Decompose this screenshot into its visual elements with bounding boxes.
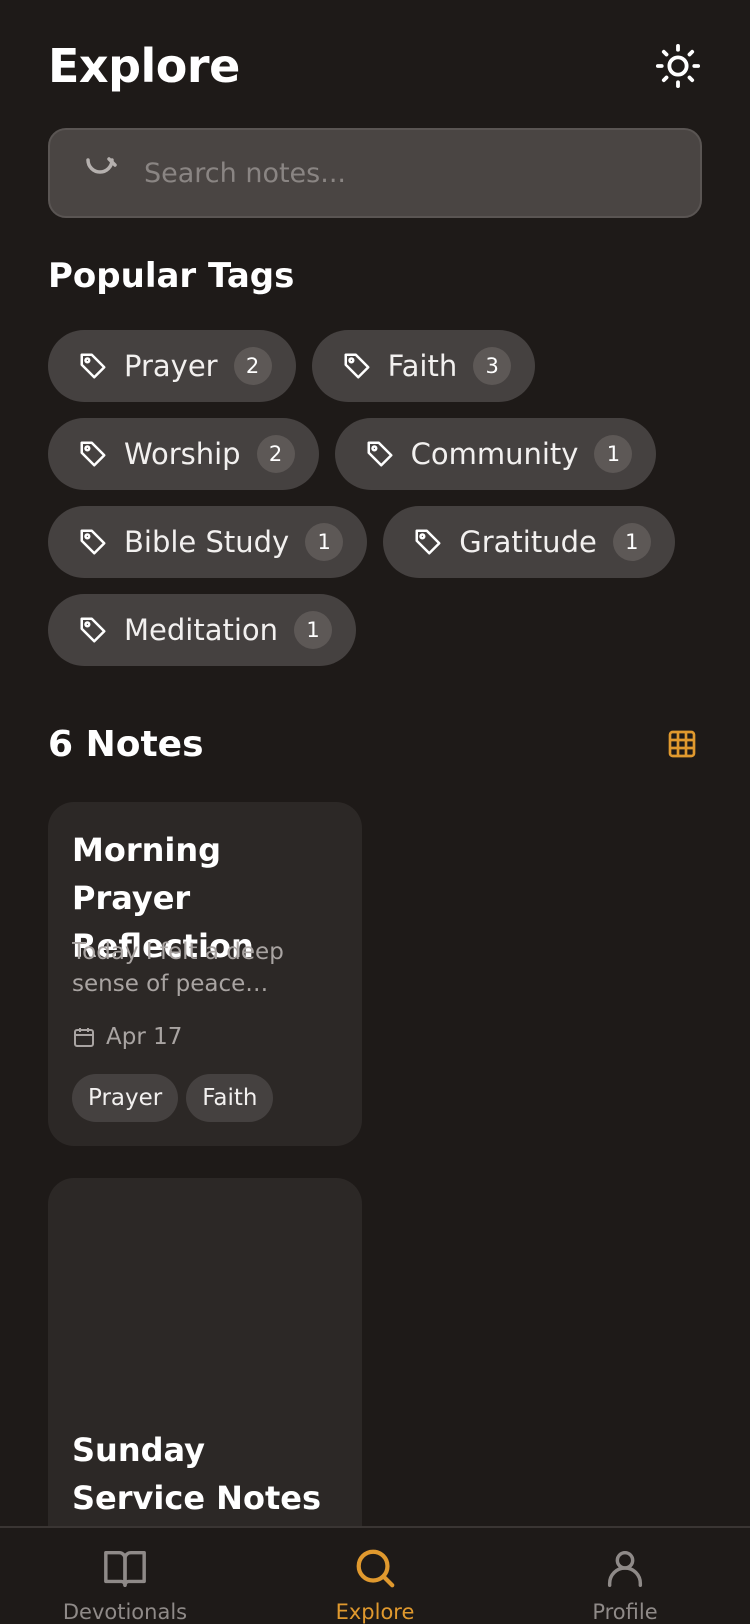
tag-label: Meditation bbox=[124, 613, 279, 647]
user-icon bbox=[607, 1550, 643, 1587]
tag-label: Community bbox=[410, 437, 579, 471]
page-title: Explore bbox=[48, 39, 240, 93]
search-bar[interactable] bbox=[48, 128, 702, 218]
tag-chip-meditation[interactable]: Meditation 1 bbox=[48, 594, 357, 666]
tag-label: Bible Study bbox=[124, 525, 290, 559]
calendar-icon bbox=[74, 1028, 94, 1047]
tag-icon bbox=[344, 353, 370, 379]
tag-icon bbox=[80, 617, 106, 643]
tag-count-badge: 2 bbox=[233, 347, 272, 385]
search-icon bbox=[356, 1549, 395, 1588]
theme-toggle-button[interactable] bbox=[654, 42, 702, 90]
nav-label: Devotionals bbox=[62, 1600, 188, 1624]
nav-item-explore[interactable]: Explore bbox=[250, 1528, 500, 1624]
tag-chip-faith[interactable]: Faith 3 bbox=[311, 330, 536, 402]
tag-chip-gratitude[interactable]: Gratitude 1 bbox=[383, 506, 675, 578]
tag-count-badge: 2 bbox=[256, 435, 295, 473]
tag-count-badge: 1 bbox=[594, 435, 633, 473]
tag-icon bbox=[80, 353, 106, 379]
book-icon bbox=[104, 1550, 146, 1587]
tag-count-badge: 1 bbox=[612, 523, 651, 561]
bottom-nav: Devotionals Explore Profile bbox=[0, 1526, 750, 1624]
header: Explore bbox=[48, 36, 702, 96]
tag-label: Faith bbox=[387, 349, 458, 383]
tag-chip-bible-study[interactable]: Bible Study 1 bbox=[48, 506, 368, 578]
notes-header: 6 Notes bbox=[48, 720, 702, 770]
note-tag-chip[interactable]: Faith bbox=[186, 1074, 274, 1122]
note-card[interactable]: Morning Prayer Reflection Today I felt a… bbox=[48, 802, 362, 1146]
note-date: Apr 17 bbox=[72, 1024, 182, 1050]
note-excerpt: Today I felt a deep sense of peace durin… bbox=[72, 939, 284, 997]
tag-chip-worship[interactable]: Worship 2 bbox=[48, 418, 319, 490]
tag-label: Prayer bbox=[124, 349, 218, 383]
note-tag-chip[interactable]: Prayer bbox=[72, 1074, 179, 1122]
tag-count-badge: 1 bbox=[305, 523, 344, 561]
tag-icon bbox=[80, 441, 106, 467]
nav-item-devotionals[interactable]: Devotionals bbox=[0, 1528, 250, 1624]
tag-icon bbox=[80, 529, 106, 555]
tag-chip-community[interactable]: Community 1 bbox=[334, 418, 657, 490]
view-toggle-button[interactable] bbox=[662, 724, 702, 764]
nav-label: Explore bbox=[335, 1600, 415, 1624]
tag-label: Gratitude bbox=[459, 525, 597, 559]
note-title: Sunday Service Notes bbox=[72, 1431, 321, 1517]
grid-icon bbox=[668, 730, 696, 758]
tag-list: Prayer 2 Faith 3 Worship 2 Community 1 B… bbox=[48, 330, 708, 666]
tag-count-badge: 1 bbox=[294, 611, 333, 649]
search-input[interactable] bbox=[144, 130, 680, 216]
tag-label: Worship bbox=[124, 437, 241, 471]
nav-item-profile[interactable]: Profile bbox=[500, 1528, 750, 1624]
note-date-text: Apr 17 bbox=[106, 1024, 183, 1050]
notes-count-heading: 6 Notes bbox=[48, 724, 204, 765]
tag-count-badge: 3 bbox=[473, 347, 512, 385]
tag-icon bbox=[415, 529, 441, 555]
popular-tags-heading: Popular Tags bbox=[48, 256, 295, 296]
tag-chip-prayer[interactable]: Prayer 2 bbox=[48, 330, 296, 402]
sun-icon bbox=[655, 43, 701, 89]
search-icon bbox=[86, 157, 117, 174]
nav-label: Profile bbox=[592, 1600, 658, 1624]
tag-icon bbox=[367, 441, 393, 467]
note-tags: Prayer Faith bbox=[72, 1074, 274, 1122]
